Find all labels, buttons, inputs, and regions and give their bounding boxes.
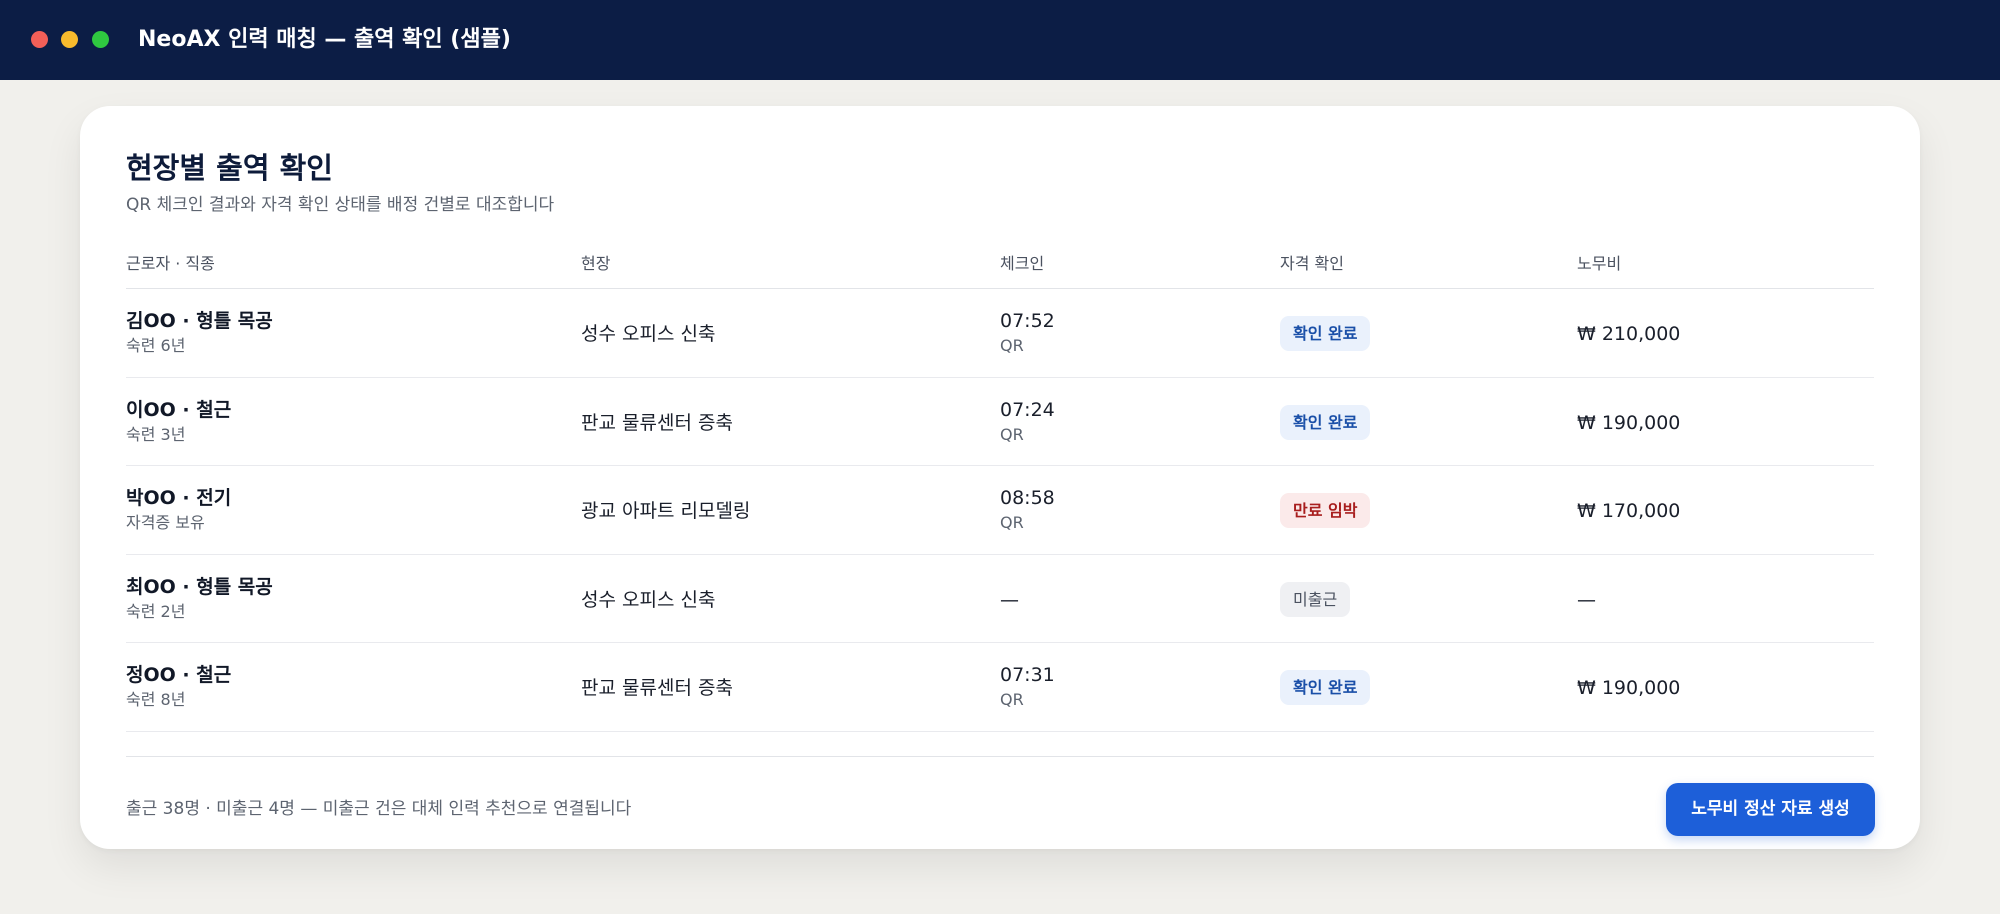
checkin-method: QR	[1000, 336, 1024, 355]
window-title: NeoAX 인력 매칭 — 출역 확인 (샘플)	[138, 27, 511, 52]
checkin-method: QR	[1000, 424, 1024, 444]
site-name: 판교 물류센터 증축	[581, 411, 733, 434]
attendance-card: 현장별 출역 확인 QR 체크인 결과와 자격 확인 상태를 배정 건별로 대조…	[80, 106, 1920, 849]
labor-cost: ₩ 190,000	[1577, 411, 1681, 434]
worker-experience: 자격증 보유	[126, 513, 205, 533]
worker-experience: 숙련 2년	[126, 601, 186, 621]
worker-experience: 숙련 6년	[126, 336, 186, 355]
minimize-window-button[interactable]	[61, 31, 78, 48]
checkin-time: —	[1000, 588, 1019, 611]
table-row[interactable]: 최OO · 형틀 목공 숙련 2년 성수 오피스 신축 — 미출근 —	[126, 555, 1874, 644]
site-name: 판교 물류센터 증축	[581, 677, 733, 700]
status-badge: 미출근	[1280, 581, 1351, 617]
site-name: 광교 아파트 리모델링	[581, 500, 751, 523]
attendance-summary: 출근 38명 · 미출근 4명 — 미출근 건은 대체 인력 추천으로 연결됩니…	[126, 799, 632, 819]
worker-name: 이OO · 철근	[126, 398, 232, 421]
labor-cost: ₩ 210,000	[1577, 323, 1681, 345]
maximize-window-button[interactable]	[92, 31, 109, 48]
checkin-method: QR	[1000, 513, 1024, 533]
checkin-time: 07:31	[1000, 664, 1055, 687]
checkin-time: 08:58	[1000, 487, 1055, 510]
site-name: 성수 오피스 신축	[581, 588, 716, 611]
table-row[interactable]: 이OO · 철근 숙련 3년 판교 물류센터 증축 07:24 QR 확인 완료…	[126, 378, 1874, 467]
status-badge: 확인 완료	[1280, 316, 1371, 351]
table-row[interactable]: 정OO · 철근 숙련 8년 판교 물류센터 증축 07:31 QR 확인 완료…	[126, 643, 1874, 732]
checkin-method: QR	[1000, 690, 1024, 710]
attendance-table: 근로자 · 직종 현장 체크인 자격 확인 노무비 김OO · 형틀 목공 숙련…	[126, 241, 1874, 732]
labor-cost: ₩ 170,000	[1577, 500, 1681, 523]
worker-name: 최OO · 형틀 목공	[126, 575, 273, 598]
window-titlebar: NeoAX 인력 매칭 — 출역 확인 (샘플)	[0, 0, 2000, 80]
column-header-site[interactable]: 현장	[581, 253, 610, 275]
table-row[interactable]: 김OO · 형틀 목공 숙련 6년 성수 오피스 신축 07:52 QR 확인 …	[126, 289, 1874, 378]
column-header-qualification[interactable]: 자격 확인	[1280, 253, 1344, 275]
site-name: 성수 오피스 신축	[581, 323, 716, 345]
status-badge: 만료 임박	[1280, 493, 1371, 529]
worker-name: 김OO · 형틀 목공	[126, 310, 273, 332]
worker-name: 정OO · 철근	[126, 664, 232, 687]
close-window-button[interactable]	[31, 31, 48, 48]
status-badge: 확인 완료	[1280, 404, 1371, 440]
column-header-pay[interactable]: 노무비	[1577, 253, 1621, 275]
worker-experience: 숙련 8년	[126, 690, 186, 710]
status-badge: 확인 완료	[1280, 670, 1371, 706]
page-subtitle: QR 체크인 결과와 자격 확인 상태를 배정 건별로 대조합니다	[126, 195, 555, 215]
footer-divider	[126, 756, 1874, 757]
table-header: 근로자 · 직종 현장 체크인 자격 확인 노무비	[126, 241, 1874, 289]
labor-cost: ₩ 190,000	[1577, 677, 1681, 700]
page-title: 현장별 출역 확인	[126, 151, 333, 185]
column-header-worker[interactable]: 근로자 · 직종	[126, 253, 215, 275]
column-header-checkin[interactable]: 체크인	[1000, 253, 1044, 275]
labor-cost: —	[1577, 588, 1596, 611]
table-row[interactable]: 박OO · 전기 자격증 보유 광교 아파트 리모델링 08:58 QR 만료 …	[126, 466, 1874, 555]
generate-payroll-button[interactable]: 노무비 정산 자료 생성	[1666, 783, 1875, 836]
checkin-time: 07:24	[1000, 398, 1055, 421]
checkin-time: 07:52	[1000, 310, 1055, 332]
worker-name: 박OO · 전기	[126, 487, 232, 510]
worker-experience: 숙련 3년	[126, 424, 186, 444]
